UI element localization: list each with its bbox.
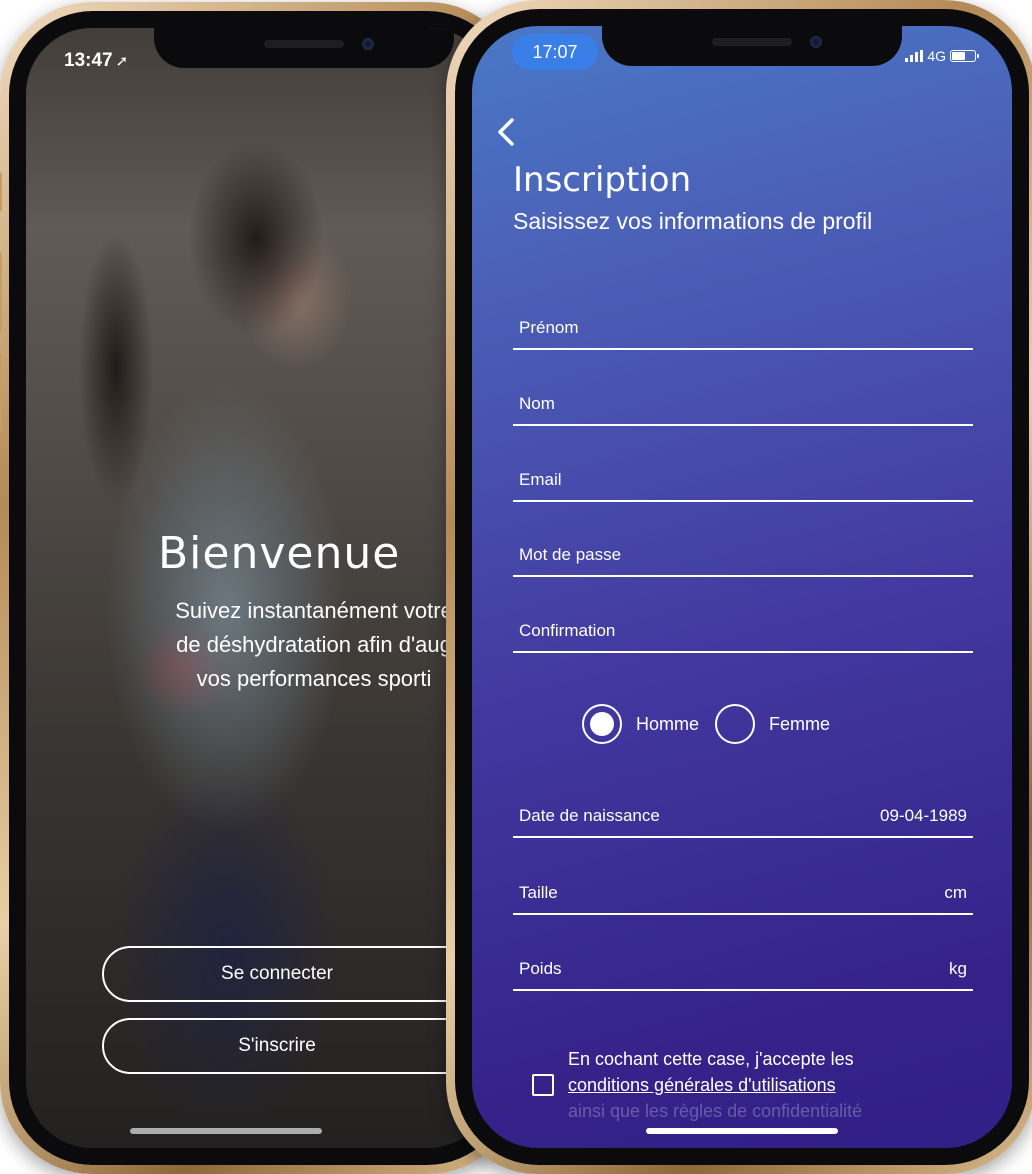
volume-down-button	[0, 352, 2, 432]
female-radio[interactable]	[715, 704, 756, 744]
weight-field[interactable]: Poids kg	[513, 951, 973, 991]
front-camera	[362, 38, 374, 50]
welcome-description: Suivez instantanément votre de déshydrat…	[54, 594, 494, 696]
home-indicator[interactable]	[646, 1128, 838, 1134]
login-button[interactable]: Se connecter	[102, 946, 494, 1002]
field-placeholder: Email	[519, 470, 562, 489]
notch	[154, 28, 454, 68]
field-placeholder: Mot de passe	[519, 545, 622, 564]
terms-line: En cochant cette case, j'accepte les	[568, 1049, 854, 1069]
birth-date-value: 09-04-1989	[880, 806, 967, 825]
field-label: Taille	[519, 883, 558, 902]
field-placeholder: Confirmation	[519, 621, 616, 640]
back-chevron-icon[interactable]	[492, 114, 520, 150]
terms-link[interactable]: conditions générales d'utilisations	[568, 1075, 836, 1095]
last-name-field[interactable]: Nom	[513, 386, 973, 426]
female-label[interactable]: Femme	[769, 714, 830, 735]
home-indicator[interactable]	[130, 1128, 322, 1134]
location-icon: ➚	[115, 53, 129, 70]
welcome-screen: 13:47 ➚ Bienvenue Suivez instantanément v…	[26, 28, 494, 1148]
field-label: Date de naissance	[519, 806, 660, 825]
field-placeholder: Nom	[519, 394, 555, 413]
welcome-line: Suivez instantanément votre	[175, 598, 453, 623]
mute-switch	[0, 172, 2, 212]
status-indicators: 4G	[905, 48, 979, 64]
front-camera	[810, 36, 822, 48]
password-field[interactable]: Mot de passe	[513, 537, 973, 577]
welcome-phone: 13:47 ➚ Bienvenue Suivez instantanément v…	[0, 2, 520, 1174]
signup-button[interactable]: S'inscrire	[102, 1018, 494, 1074]
status-time: 13:47	[64, 50, 113, 71]
signup-screen: 17:07 4G Inscription Saisissez vos infor…	[472, 26, 1012, 1148]
birth-date-field[interactable]: Date de naissance 09-04-1989	[513, 798, 973, 838]
notch	[602, 26, 902, 66]
field-placeholder: Prénom	[519, 318, 579, 337]
page-title: Inscription	[513, 160, 692, 200]
terms-checkbox[interactable]	[532, 1074, 554, 1096]
status-time: 17:07	[512, 34, 598, 70]
gender-selector: Homme Femme	[582, 704, 846, 744]
male-label[interactable]: Homme	[636, 714, 699, 735]
password-confirmation-field[interactable]: Confirmation	[513, 613, 973, 653]
male-radio[interactable]	[582, 704, 622, 744]
field-label: Poids	[519, 959, 562, 978]
volume-up-button	[0, 252, 2, 332]
first-name-field[interactable]: Prénom	[513, 310, 973, 350]
signal-icon	[905, 50, 924, 62]
welcome-title: Bienvenue	[158, 528, 401, 579]
terms-consent: En cochant cette case, j'accepte les con…	[532, 1046, 862, 1124]
battery-icon	[950, 50, 979, 62]
speaker	[264, 40, 344, 48]
weight-unit: kg	[949, 959, 967, 978]
status-bar: 13:47 ➚	[64, 50, 128, 72]
network-label: 4G	[927, 48, 946, 64]
page-subtitle: Saisissez vos informations de profil	[513, 208, 873, 234]
terms-line: ainsi que les règles de confidentialité	[568, 1101, 863, 1121]
email-field[interactable]: Email	[513, 462, 973, 502]
speaker	[712, 38, 792, 46]
height-unit: cm	[944, 883, 967, 902]
height-field[interactable]: Taille cm	[513, 875, 973, 915]
welcome-line: vos performances sporti	[196, 666, 432, 691]
terms-text: En cochant cette case, j'accepte les con…	[568, 1046, 862, 1124]
welcome-line: de déshydratation afin d'aug	[176, 632, 452, 657]
signup-phone: 17:07 4G Inscription Saisissez vos infor…	[446, 0, 1032, 1174]
